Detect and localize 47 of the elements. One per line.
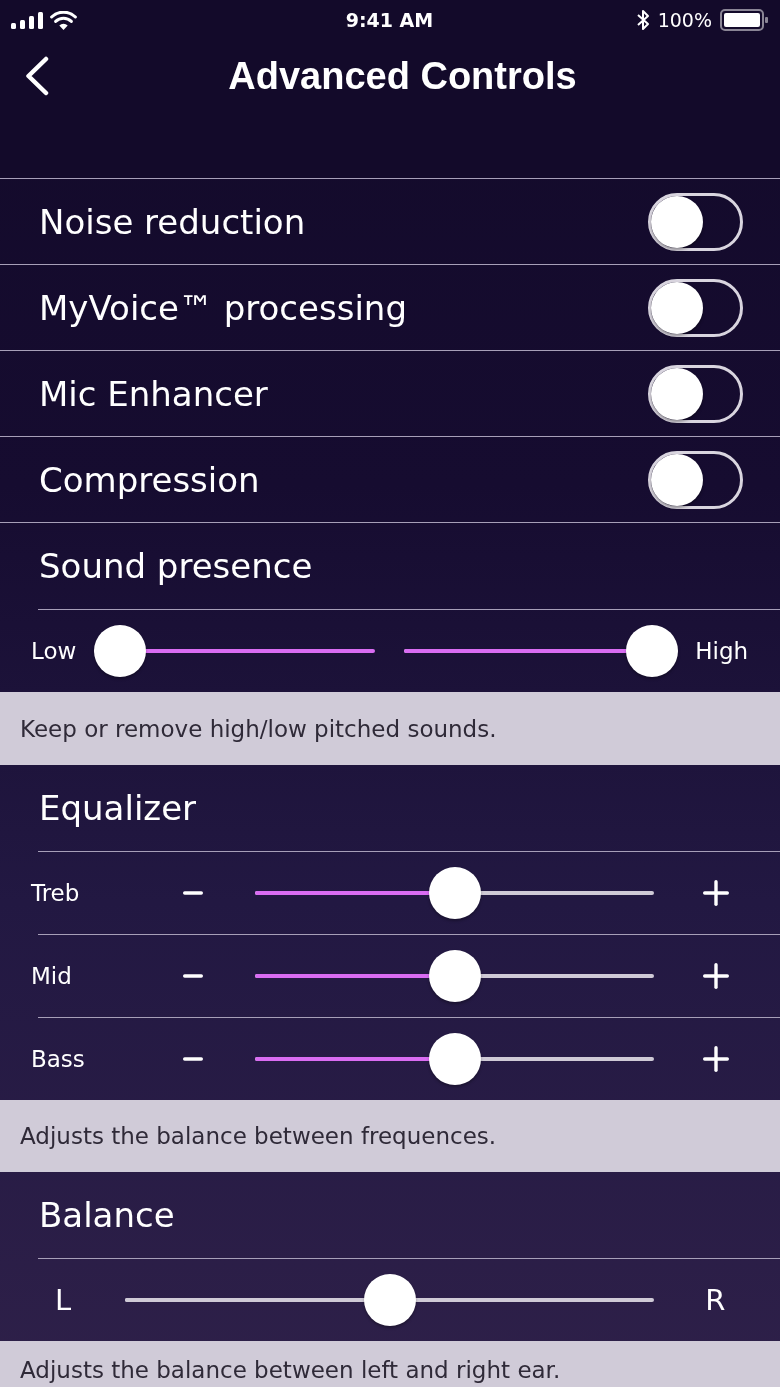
setting-label: Noise reduction <box>39 201 306 242</box>
balance-label: R <box>705 1283 726 1317</box>
section-note: Keep or remove high/low pitched sounds. <box>20 715 497 742</box>
slider-track[interactable] <box>404 625 679 677</box>
minus-icon[interactable] <box>183 891 203 895</box>
section-note: Adjusts the balance between left and right ear. <box>20 1357 561 1383</box>
balance-label: L <box>55 1283 72 1317</box>
slider-label: High <box>695 638 749 664</box>
plus-icon[interactable] <box>703 1046 729 1072</box>
slider-track[interactable] <box>255 950 654 1002</box>
slider-thumb[interactable] <box>428 950 481 1002</box>
slider-track[interactable] <box>255 867 654 919</box>
section-title: Sound presence <box>39 546 313 586</box>
slider-track[interactable] <box>255 1033 654 1085</box>
plus-icon[interactable] <box>703 880 729 906</box>
slider-thumb[interactable] <box>94 625 147 677</box>
minus-icon[interactable] <box>183 1057 203 1061</box>
plus-icon[interactable] <box>703 963 729 989</box>
toggle-switch[interactable] <box>648 192 743 251</box>
wifi-icon <box>50 10 77 30</box>
band-label: Treb <box>31 880 80 906</box>
battery-icon <box>720 9 768 31</box>
slider-thumb[interactable] <box>363 1274 416 1326</box>
section-title: Balance <box>39 1195 175 1235</box>
band-label: Mid <box>31 963 72 989</box>
minus-icon[interactable] <box>183 974 203 978</box>
slider-track[interactable] <box>125 1274 655 1326</box>
battery-percent: 100% <box>657 9 712 31</box>
setting-label: MyVoice™ processing <box>39 287 407 328</box>
section-title: Equalizer <box>39 788 197 828</box>
toggle-switch[interactable] <box>648 278 743 337</box>
slider-thumb[interactable] <box>428 1033 481 1085</box>
slider-thumb[interactable] <box>428 867 481 919</box>
back-icon[interactable] <box>25 56 49 96</box>
setting-label: Mic Enhancer <box>39 373 268 414</box>
setting-label: Compression <box>39 459 260 500</box>
slider-label: Low <box>31 638 77 664</box>
slider-track[interactable] <box>94 625 376 677</box>
signal-icon <box>11 11 43 29</box>
toggle-switch[interactable] <box>648 450 743 509</box>
status-time: 9:41 AM <box>345 9 434 31</box>
bluetooth-icon <box>635 9 650 31</box>
band-label: Bass <box>31 1046 85 1072</box>
toggle-switch[interactable] <box>648 364 743 423</box>
screen-title: Advanced Controls <box>228 54 577 98</box>
slider-thumb[interactable] <box>626 625 679 677</box>
section-note: Adjusts the balance between frequences. <box>20 1123 497 1149</box>
